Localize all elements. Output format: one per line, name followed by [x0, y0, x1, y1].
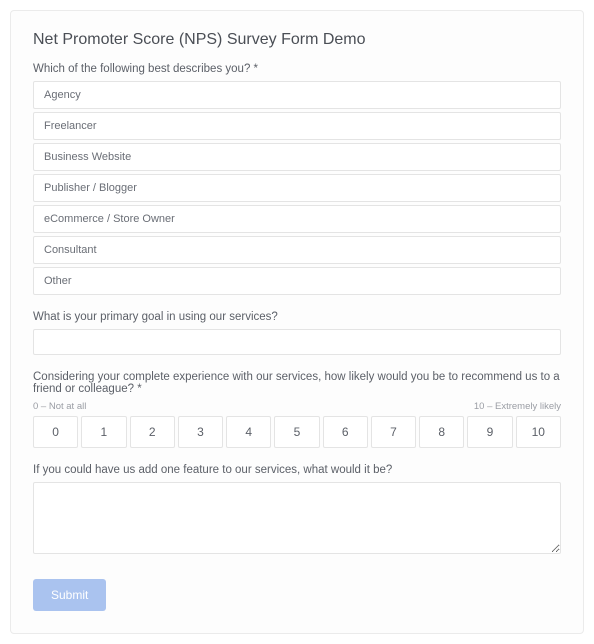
form-title: Net Promoter Score (NPS) Survey Form Dem…	[33, 31, 561, 49]
scale-5[interactable]: 5	[274, 416, 319, 448]
scale-endpoints: 0 – Not at all 10 – Extremely likely	[33, 401, 561, 412]
primary-goal-input[interactable]	[33, 329, 561, 355]
question-label: Considering your complete experience wit…	[33, 371, 561, 395]
option-ecommerce-store-owner[interactable]: eCommerce / Store Owner	[33, 205, 561, 233]
scale-low-label: 0 – Not at all	[33, 401, 86, 412]
scale-high-label: 10 – Extremely likely	[474, 401, 561, 412]
scale-8[interactable]: 8	[419, 416, 464, 448]
scale-9[interactable]: 9	[467, 416, 512, 448]
submit-button[interactable]: Submit	[33, 579, 106, 611]
option-business-website[interactable]: Business Website	[33, 143, 561, 171]
option-freelancer[interactable]: Freelancer	[33, 112, 561, 140]
option-consultant[interactable]: Consultant	[33, 236, 561, 264]
feature-request-textarea[interactable]	[33, 482, 561, 554]
scale-6[interactable]: 6	[323, 416, 368, 448]
question-label: If you could have us add one feature to …	[33, 464, 561, 476]
question-label: What is your primary goal in using our s…	[33, 311, 561, 323]
scale-4[interactable]: 4	[226, 416, 271, 448]
scale-3[interactable]: 3	[178, 416, 223, 448]
scale-7[interactable]: 7	[371, 416, 416, 448]
scale-1[interactable]: 1	[81, 416, 126, 448]
scale-10[interactable]: 10	[516, 416, 561, 448]
scale-0[interactable]: 0	[33, 416, 78, 448]
question-nps: Considering your complete experience wit…	[33, 371, 561, 448]
scale-row: 0 1 2 3 4 5 6 7 8 9 10	[33, 416, 561, 448]
question-label: Which of the following best describes yo…	[33, 63, 561, 75]
question-feature-request: If you could have us add one feature to …	[33, 464, 561, 557]
option-other[interactable]: Other	[33, 267, 561, 295]
scale-2[interactable]: 2	[130, 416, 175, 448]
option-agency[interactable]: Agency	[33, 81, 561, 109]
option-publisher-blogger[interactable]: Publisher / Blogger	[33, 174, 561, 202]
form-card: Net Promoter Score (NPS) Survey Form Dem…	[10, 10, 584, 634]
options-list: Agency Freelancer Business Website Publi…	[33, 81, 561, 295]
question-primary-goal: What is your primary goal in using our s…	[33, 311, 561, 355]
question-describes-you: Which of the following best describes yo…	[33, 63, 561, 295]
